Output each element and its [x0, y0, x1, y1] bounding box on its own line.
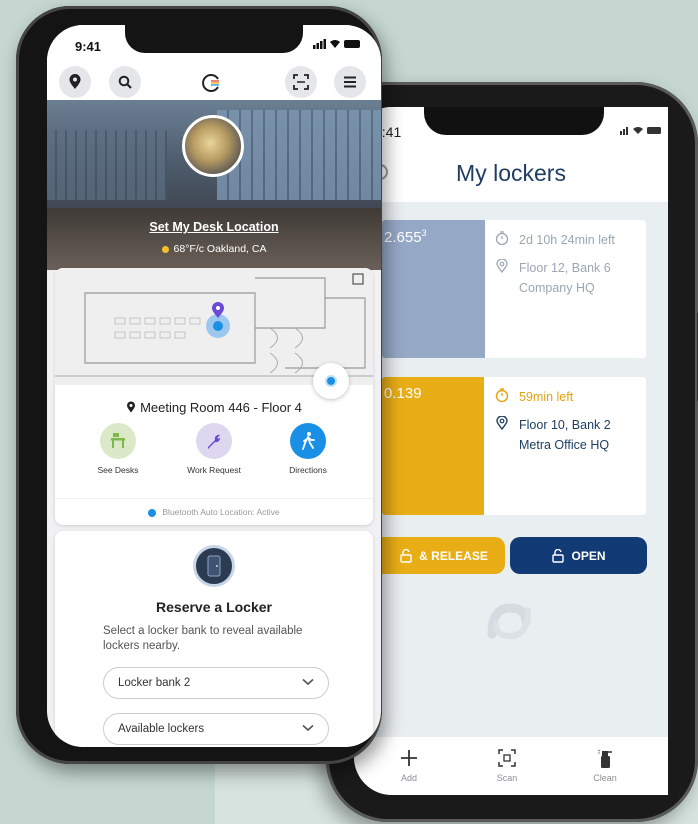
- logo-icon: [202, 73, 222, 98]
- time-left: 2d 10h 24min left: [519, 233, 615, 247]
- locker-icon: [193, 545, 235, 587]
- status-indicators: [313, 38, 361, 52]
- open-button-label: OPEN: [571, 548, 606, 563]
- action-label: See Desks: [97, 465, 139, 475]
- building-image: [47, 130, 167, 200]
- walk-icon: [302, 432, 315, 450]
- locate-me-icon: [325, 375, 337, 387]
- search-button[interactable]: [109, 66, 141, 98]
- bluetooth-status-bar: Bluetooth Auto Location: Active: [55, 498, 373, 525]
- desk-icon: [111, 433, 125, 448]
- locker-building: Company HQ: [519, 281, 595, 295]
- signal-wifi-battery-icon: [620, 127, 661, 135]
- tab-label: Add: [400, 773, 417, 783]
- notch: [125, 25, 303, 53]
- hero-ground: [47, 208, 381, 270]
- weather-info: 68°F/c Oakland, CA: [47, 243, 381, 255]
- locker-number-swatch: 2.6553: [382, 220, 485, 358]
- unlock-icon: [552, 548, 565, 563]
- location-pin-icon: [69, 74, 81, 89]
- reserve-locker-card: Reserve a Locker Select a locker bank to…: [55, 531, 373, 747]
- action-label: Directions: [289, 465, 327, 475]
- quick-actions: See Desks Work Request Directions: [55, 423, 373, 483]
- status-bar: 9:41: [47, 25, 381, 65]
- tab-scan[interactable]: Scan: [477, 747, 537, 783]
- front-phone-frame: 9:41 Set My Desk Location 68°F/c Oakland…: [16, 6, 382, 764]
- locker-building: Metra Office HQ: [519, 438, 610, 452]
- notch: [424, 107, 604, 135]
- directions-button[interactable]: Directions: [268, 423, 348, 475]
- set-desk-location-link[interactable]: Set My Desk Location: [47, 220, 381, 234]
- time-left: 59min left: [519, 390, 574, 404]
- tab-clean[interactable]: Clean: [575, 747, 635, 783]
- bottom-tab-bar: Add Scan Clean: [354, 737, 668, 795]
- map-card: Meeting Room 446 - Floor 4 See Desks Wor…: [55, 268, 373, 525]
- locker-info: 59min left Floor 10, Bank 2 Metra Office …: [495, 387, 643, 463]
- available-lockers-value: Available lockers: [118, 723, 205, 735]
- locker-bank-value: Locker bank 2: [118, 677, 191, 689]
- plus-icon: [401, 750, 417, 766]
- bluetooth-status-dot: [148, 508, 157, 517]
- search-icon: [118, 75, 132, 89]
- page-title: My lockers: [456, 160, 566, 186]
- chevron-down-icon: [302, 714, 314, 744]
- signal-wifi-battery-icon: [313, 39, 360, 49]
- status-time: 9:41: [75, 39, 102, 54]
- chevron-down-icon: [302, 668, 314, 698]
- timer-icon: [495, 388, 509, 402]
- see-desks-button[interactable]: See Desks: [78, 423, 158, 475]
- action-label: Work Request: [187, 465, 241, 475]
- locker-bank-select[interactable]: Locker bank 2: [103, 667, 329, 699]
- top-toolbar: [47, 65, 381, 101]
- avatar[interactable]: [182, 115, 244, 177]
- locker-card-description: Select a locker bank to reveal available…: [103, 625, 303, 652]
- location-button[interactable]: [59, 66, 91, 98]
- tab-label: Clean: [593, 773, 617, 783]
- scan-icon: [498, 749, 516, 767]
- release-button[interactable]: & RELEASE: [382, 537, 505, 574]
- wrench-icon: [208, 434, 221, 449]
- room-label-text: Meeting Room 446 - Floor 4: [140, 400, 302, 415]
- location-pin-icon: [496, 259, 508, 273]
- location-pin-icon: [496, 416, 508, 430]
- locker-number-swatch: 0.139: [382, 377, 484, 515]
- front-phone-screen: 9:41 Set My Desk Location 68°F/c Oakland…: [47, 25, 381, 747]
- locker-number: 0.139: [384, 385, 422, 402]
- location-pin-icon: [127, 401, 136, 413]
- release-button-label: & RELEASE: [419, 548, 488, 563]
- open-button[interactable]: OPEN: [510, 537, 647, 574]
- lockers-header: 9:41 My lockers: [354, 107, 668, 202]
- scan-frame-icon: [293, 74, 309, 90]
- back-phone-screen: 9:41 My lockers 2.6553 2d 10h 24min left…: [354, 107, 668, 795]
- locker-info: 2d 10h 24min left Floor 12, Bank 6 Compan…: [495, 230, 643, 306]
- locker-location: Floor 10, Bank 2: [519, 418, 611, 432]
- spray-bottle-icon: [597, 749, 612, 768]
- locker-card-1[interactable]: 2.6553 2d 10h 24min left Floor 12, Bank …: [382, 220, 646, 358]
- status-indicators: [620, 125, 662, 138]
- locker-card-title: Reserve a Locker: [156, 599, 272, 615]
- brand-watermark-icon: [487, 603, 531, 640]
- unlock-icon: [400, 548, 412, 563]
- timer-icon: [495, 231, 509, 245]
- scan-button[interactable]: [285, 66, 317, 98]
- room-label: Meeting Room 446 - Floor 4: [55, 400, 373, 415]
- menu-button[interactable]: [334, 66, 366, 98]
- tab-label: Scan: [496, 773, 518, 783]
- weather-text: 68°F/c Oakland, CA: [173, 243, 267, 255]
- locker-location: Floor 12, Bank 6: [519, 261, 611, 275]
- locker-card-2[interactable]: 0.139 59min left Floor 10, Bank 2 Metra O…: [382, 377, 646, 515]
- locker-number: 2.6553: [384, 228, 427, 246]
- bluetooth-status-text: Bluetooth Auto Location: Active: [162, 507, 280, 517]
- tab-add[interactable]: Add: [379, 747, 439, 783]
- sun-icon: [161, 245, 169, 253]
- available-lockers-select[interactable]: Available lockers: [103, 713, 329, 745]
- recenter-button[interactable]: [313, 363, 349, 399]
- menu-icon: [344, 76, 356, 88]
- work-request-button[interactable]: Work Request: [174, 423, 254, 475]
